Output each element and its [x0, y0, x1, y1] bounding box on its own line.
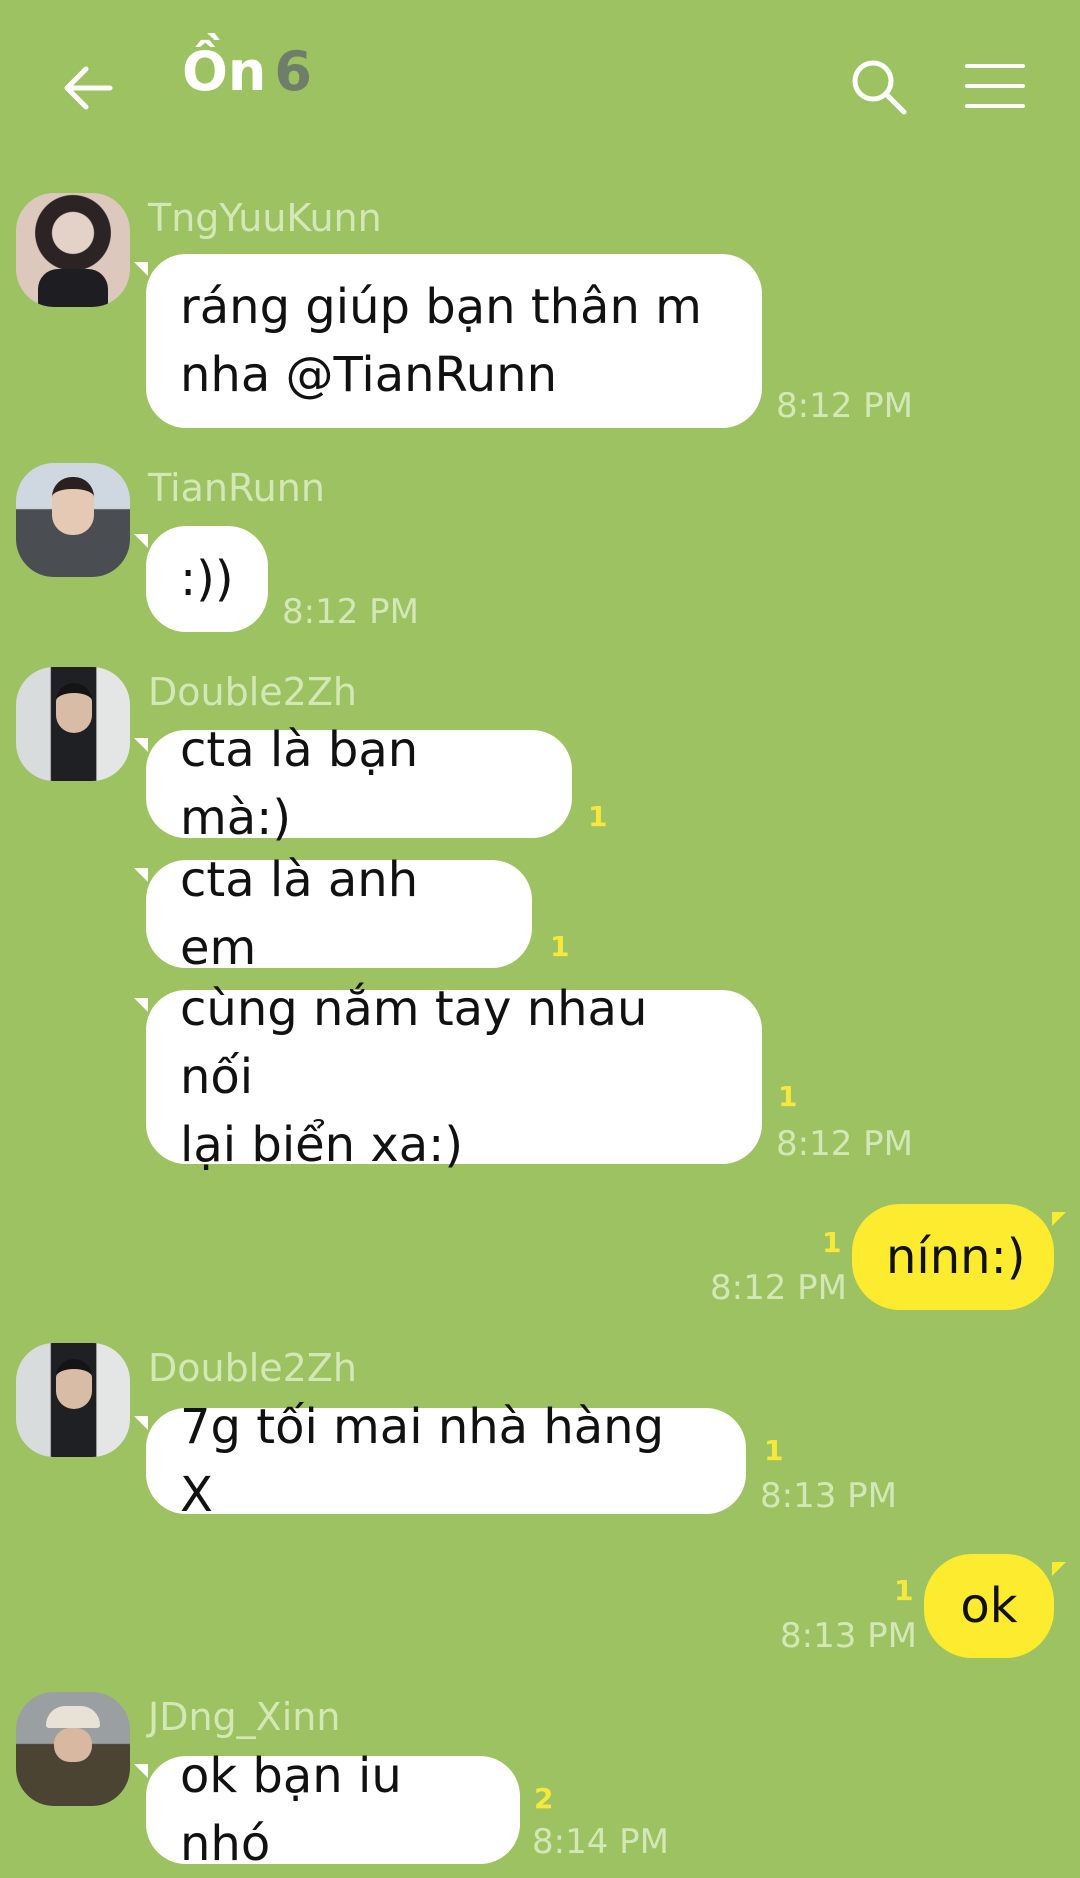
avatar-tianrunn[interactable]	[16, 463, 130, 577]
menu-button[interactable]	[964, 58, 1026, 114]
unread-count: 1	[550, 930, 570, 963]
arrow-left-icon	[64, 66, 113, 110]
avatar-tngyuukunn[interactable]	[16, 193, 130, 307]
chat-title: Ồn 6	[182, 40, 312, 103]
message-time: 8:13 PM	[760, 1476, 897, 1516]
avatar-double2zh[interactable]	[16, 1343, 130, 1457]
search-button[interactable]	[848, 56, 910, 118]
unread-count: 1	[588, 800, 608, 833]
unread-count: 1	[764, 1434, 784, 1467]
sender-name: TianRunn	[148, 466, 325, 510]
message-bubble[interactable]: ráng giúp bạn thân m nha @TianRunn	[134, 254, 762, 428]
chat-header: Ồn 6	[0, 0, 1080, 175]
my-message-bubble[interactable]: nínn:)	[852, 1204, 1066, 1310]
my-message-bubble[interactable]: ok	[924, 1554, 1066, 1658]
unread-count: 2	[534, 1782, 554, 1815]
message-time: 8:12 PM	[776, 386, 913, 426]
sender-name: TngYuuKunn	[148, 196, 382, 240]
message-bubble[interactable]: cta là anh em	[134, 852, 532, 976]
message-bubble[interactable]: ok bạn iu nhó	[134, 1748, 520, 1872]
avatar-jdng-xinn[interactable]	[16, 1692, 130, 1806]
unread-count: 1	[822, 1226, 842, 1259]
member-count: 6	[274, 40, 312, 103]
message-bubble[interactable]: cùng nắm tay nhau nối lại biển xa:)	[134, 981, 762, 1173]
message-time: 8:12 PM	[776, 1124, 913, 1164]
message-time: 8:14 PM	[532, 1822, 669, 1862]
sender-name: Double2Zh	[148, 1346, 357, 1390]
message-bubble[interactable]: :))	[134, 526, 268, 632]
search-icon	[852, 60, 907, 115]
message-time: 8:12 PM	[710, 1268, 847, 1308]
sender-name: Double2Zh	[148, 670, 357, 714]
back-button[interactable]	[56, 56, 120, 120]
sender-name: JDng_Xinn	[148, 1695, 341, 1739]
message-bubble[interactable]: 7g tối mai nhà hàng X	[134, 1399, 746, 1523]
unread-count: 1	[778, 1080, 798, 1113]
avatar-double2zh[interactable]	[16, 667, 130, 781]
chat-name: Ồn	[182, 40, 267, 103]
message-bubble[interactable]: cta là bạn mà:)	[134, 722, 572, 846]
message-time: 8:13 PM	[780, 1616, 917, 1656]
menu-icon	[965, 64, 1025, 108]
message-time: 8:12 PM	[282, 592, 419, 632]
unread-count: 1	[894, 1574, 914, 1607]
